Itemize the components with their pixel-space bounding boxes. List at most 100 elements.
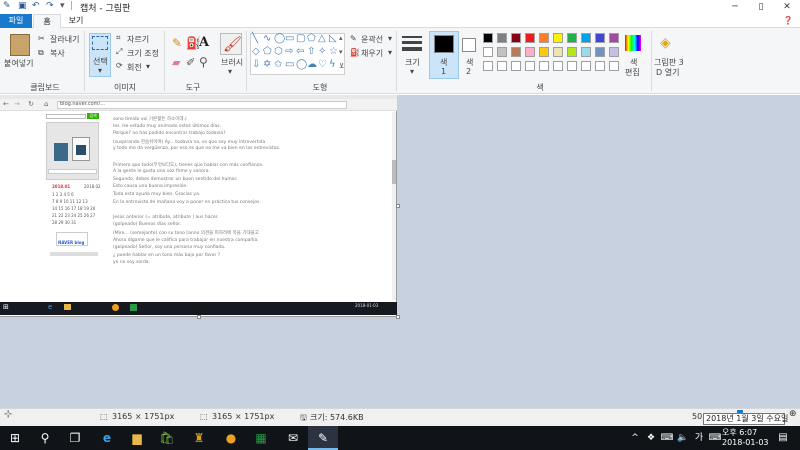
palette-swatch[interactable] (539, 47, 549, 57)
resize-icon[interactable]: ⤢ (116, 47, 122, 57)
tab-home[interactable]: 홈 (33, 14, 61, 28)
heart-icon[interactable]: ♡ (318, 59, 327, 70)
file-explorer-icon[interactable]: ▆ (122, 426, 152, 450)
resize-button[interactable]: 크기 조정 (127, 48, 159, 59)
store-icon[interactable]: 🛍 (152, 426, 182, 450)
task-view-icon[interactable]: ❐ (60, 426, 90, 450)
polygon-icon[interactable]: ⬠ (307, 33, 316, 44)
size-icon[interactable] (402, 36, 422, 38)
palette-swatch[interactable] (525, 33, 535, 43)
custom-color-slot[interactable] (525, 61, 535, 71)
edit-colors-label-2[interactable]: 편집 (625, 67, 640, 78)
pentagon-icon[interactable]: ⬠ (263, 46, 272, 57)
search-icon[interactable]: ⚲ (30, 426, 60, 450)
gallery-down-icon[interactable]: ▾ (339, 48, 343, 56)
mail-icon[interactable]: ✉ (278, 426, 308, 450)
outline-icon[interactable]: ✎ (350, 34, 357, 43)
minimize-button[interactable]: ─ (722, 0, 748, 14)
left-arrow-icon[interactable]: ⇦ (296, 46, 304, 57)
palette-swatch[interactable] (567, 47, 577, 57)
custom-color-slot[interactable] (539, 61, 549, 71)
cut-icon[interactable]: ✂ (38, 34, 45, 43)
right-triangle-icon[interactable]: ◺ (329, 33, 337, 44)
palette-swatch[interactable] (511, 47, 521, 57)
tab-view[interactable]: 보기 (62, 14, 90, 28)
palette-swatch[interactable] (553, 33, 563, 43)
save-icon[interactable]: ▣ (18, 1, 27, 11)
rotate-icon[interactable]: ⟳ (116, 61, 123, 70)
palette-swatch[interactable] (497, 47, 507, 57)
palette-swatch[interactable] (609, 33, 619, 43)
palette-swatch[interactable] (581, 33, 591, 43)
paint3d-icon[interactable]: ◈ (660, 35, 671, 51)
down-arrow-icon[interactable]: ⇩ (252, 59, 260, 70)
custom-color-slot[interactable] (483, 61, 493, 71)
paste-icon[interactable] (10, 34, 30, 56)
custom-color-slot[interactable] (497, 61, 507, 71)
help-icon[interactable]: ❓ (783, 16, 793, 25)
resize-handle-right[interactable] (396, 204, 400, 208)
clock-time[interactable]: 오후 6:07 (722, 427, 757, 438)
hexagon-icon[interactable]: ⬡ (274, 46, 283, 57)
zoom-in-icon[interactable]: ⊕ (789, 409, 797, 419)
custom-color-slot[interactable] (567, 61, 577, 71)
palette-swatch[interactable] (595, 47, 605, 57)
copy-button[interactable]: 복사 (50, 48, 65, 59)
custom-color-slot[interactable] (581, 61, 591, 71)
close-button[interactable]: ✕ (774, 0, 800, 14)
custom-color-slot[interactable] (595, 61, 605, 71)
right-arrow-icon[interactable]: ⇨ (285, 46, 293, 57)
palette-swatch[interactable] (609, 47, 619, 57)
palette-swatch[interactable] (567, 33, 577, 43)
palette-swatch[interactable] (595, 33, 605, 43)
callout-oval-icon[interactable]: ◯ (296, 59, 307, 70)
paste-button[interactable]: 붙여넣기 (4, 58, 33, 69)
gallery-up-icon[interactable]: ▴ (339, 34, 343, 42)
pencil-icon[interactable]: ✎ (172, 36, 182, 50)
eraser-icon[interactable]: ▰ (172, 56, 180, 69)
star-icon[interactable]: ✩ (274, 59, 282, 70)
rounded-rect-icon[interactable]: ▢ (296, 33, 305, 44)
gallery-more-icon[interactable]: ⊻ (339, 62, 344, 70)
paint3d-button-2[interactable]: D 열기 (656, 67, 679, 78)
palette-swatch[interactable] (553, 47, 563, 57)
custom-color-slot[interactable] (609, 61, 619, 71)
color-picker-icon[interactable]: ✐ (186, 56, 195, 69)
resize-handle-corner[interactable] (396, 315, 400, 319)
cut-button[interactable]: 잘라내기 (50, 34, 79, 45)
diamond-icon[interactable]: ◇ (252, 46, 260, 57)
cloud-callout-icon[interactable]: ☁ (307, 59, 317, 70)
four-point-star-icon[interactable]: ✧ (318, 46, 326, 57)
fill-button[interactable]: 채우기 (361, 48, 383, 59)
text-icon[interactable]: A (199, 35, 209, 50)
kakao-icon[interactable]: ● (216, 426, 246, 450)
customize-qat-icon[interactable]: ▾ (60, 1, 65, 11)
palette-swatch[interactable] (539, 33, 549, 43)
redo-icon[interactable]: ↷ (46, 1, 54, 11)
resize-handle-bottom[interactable] (197, 315, 201, 319)
palette-swatch[interactable] (497, 33, 507, 43)
copy-icon[interactable]: ⧉ (38, 48, 44, 58)
oval-icon[interactable]: ◯ (274, 33, 285, 44)
fill-shape-icon[interactable]: ⛽ (350, 48, 360, 57)
magnifier-icon[interactable]: ⚲ (199, 55, 208, 69)
custom-color-slot[interactable] (553, 61, 563, 71)
crop-button[interactable]: 자르기 (127, 34, 149, 45)
palette-swatch[interactable] (483, 47, 493, 57)
color2-swatch[interactable] (462, 38, 476, 52)
custom-color-slot[interactable] (511, 61, 521, 71)
lightning-icon[interactable]: ϟ (329, 59, 336, 70)
triangle-icon[interactable]: △ (318, 33, 326, 44)
crop-icon[interactable]: ⌗ (116, 33, 121, 43)
five-point-star-icon[interactable]: ☆ (329, 46, 338, 57)
tab-file[interactable]: 파일 (0, 14, 32, 28)
rotate-button[interactable]: 회전 (127, 62, 142, 73)
undo-icon[interactable]: ↶ (32, 1, 40, 11)
palette-swatch[interactable] (511, 33, 521, 43)
outline-button[interactable]: 윤곽선 (361, 34, 383, 45)
maximize-button[interactable]: ▯ (748, 0, 774, 14)
six-point-star-icon[interactable]: ✡ (263, 59, 271, 70)
app-icon[interactable]: ♜ (184, 426, 214, 450)
curve-icon[interactable]: ∿ (263, 33, 271, 44)
line-icon[interactable]: ╲ (252, 33, 258, 44)
